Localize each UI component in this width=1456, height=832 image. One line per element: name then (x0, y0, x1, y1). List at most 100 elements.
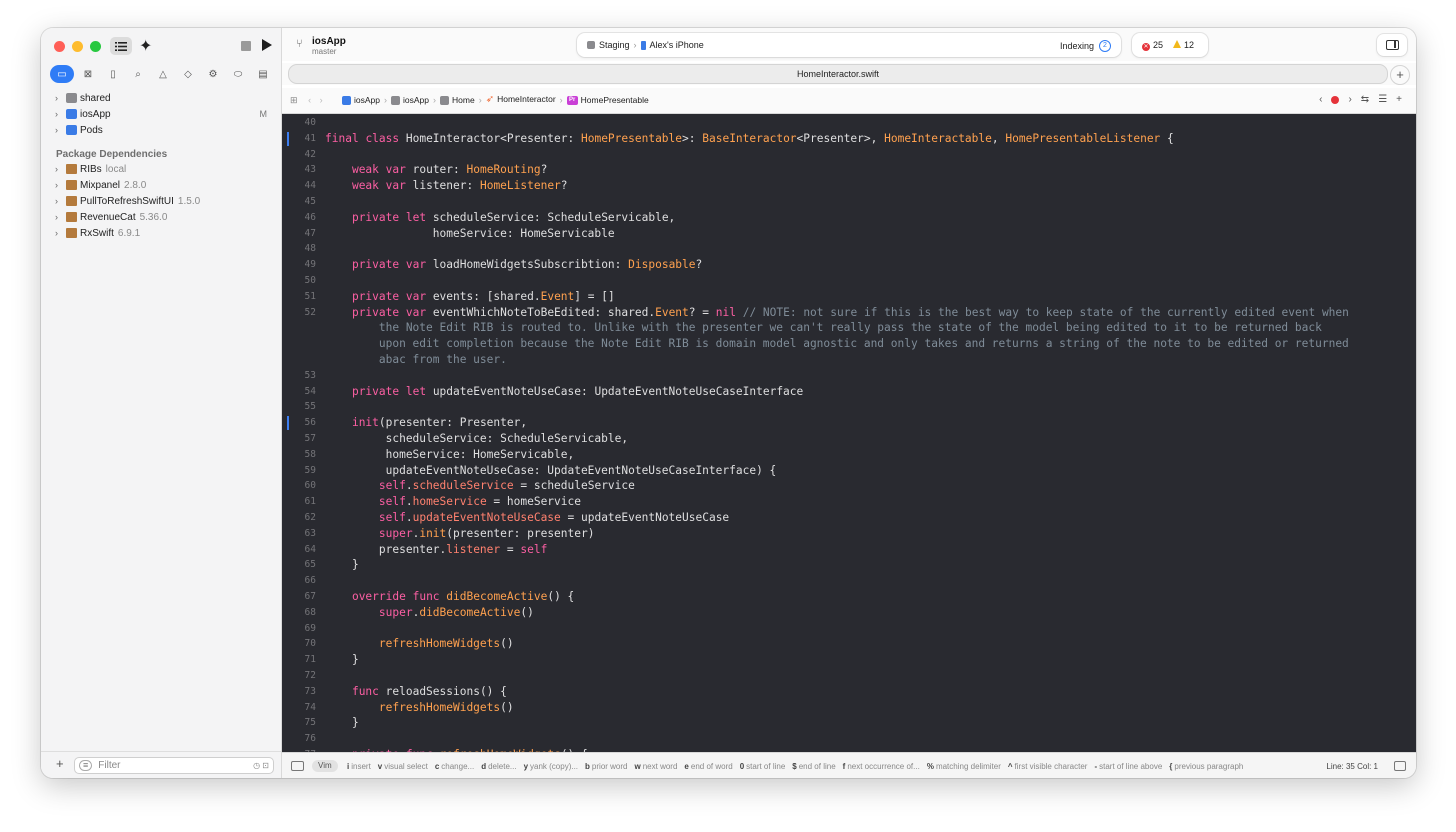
code-editor[interactable]: 40 41 final class HomeInteractor<Presenter… (282, 114, 1416, 752)
forward-icon[interactable]: › (320, 95, 323, 105)
code-line[interactable]: 70 refreshHomeWidgets() (282, 636, 1416, 652)
code-line[interactable]: 49 private var loadHomeWidgetsSubscribti… (282, 257, 1416, 273)
bookmark-icon[interactable]: ▯ (102, 65, 124, 83)
package-item[interactable]: › RIBs local (41, 161, 281, 177)
package-item[interactable]: › RxSwift 6.9.1 (41, 225, 281, 241)
code-text: init(presenter: Presenter, (351, 416, 528, 430)
code-line[interactable]: 67 override func didBecomeActive() { (282, 589, 1416, 605)
test-icon[interactable]: ◇ (177, 65, 199, 83)
vim-hint: c change... (435, 762, 474, 771)
line-number: 51 (304, 290, 316, 302)
tree-item-pods[interactable]: › Pods (41, 122, 281, 138)
next-issue-icon[interactable]: › (1348, 94, 1351, 105)
find-icon[interactable]: ⌕ (127, 65, 149, 83)
previous-issue-icon[interactable]: ‹ (1319, 94, 1322, 105)
issues-indicator[interactable]: ✕ 25 12 (1132, 33, 1208, 57)
status-count-badge[interactable]: 2 (1099, 40, 1111, 52)
package-item[interactable]: › Mixpanel 2.8.0 (41, 177, 281, 193)
code-line[interactable]: 40 (282, 115, 1416, 131)
code-line[interactable]: 42 (282, 147, 1416, 163)
code-line[interactable]: 75 } (282, 715, 1416, 731)
code-line[interactable]: 60 self.scheduleService = scheduleServic… (282, 478, 1416, 494)
code-line[interactable]: 76 (282, 731, 1416, 747)
code-line[interactable]: 65 } (282, 557, 1416, 573)
grid-icon[interactable]: ⊞ (290, 95, 298, 105)
package-item[interactable]: › PullToRefreshSwiftUI 1.5.0 (41, 193, 281, 209)
activity-view[interactable]: Staging › Alex's iPhone Indexing 2 (577, 33, 1121, 57)
chevron-right-icon: › (559, 94, 563, 105)
back-icon[interactable]: ‹ (308, 95, 311, 105)
code-line[interactable]: 44 weak var listener: HomeListener? (282, 178, 1416, 194)
tree-item-shared[interactable]: › shared (41, 90, 281, 106)
breakpoint-icon[interactable]: ⬭ (227, 65, 249, 83)
debug-icon[interactable]: ⚙ (202, 65, 224, 83)
code-line[interactable]: 66 (282, 573, 1416, 589)
code-line[interactable]: 43 weak var router: HomeRouting? (282, 162, 1416, 178)
code-line[interactable]: 41 final class HomeInteractor<Presenter: … (282, 131, 1416, 147)
code-line[interactable]: 50 (282, 273, 1416, 289)
code-line[interactable]: 63 super.init(presenter: presenter) (282, 526, 1416, 542)
tree-item-iosapp[interactable]: › iosApp M (41, 106, 281, 122)
code-line[interactable]: 53 (282, 368, 1416, 384)
breadcrumb-item[interactable]: iosApp (342, 95, 380, 105)
code-line[interactable]: 73 func reloadSessions() { (282, 684, 1416, 700)
coding-assistant-icon[interactable]: ✦ (139, 36, 152, 56)
breadcrumb-item[interactable]: ➶ HomeInteractor (486, 94, 556, 105)
related-items-icon[interactable]: ⇆ (1361, 94, 1369, 105)
code-line[interactable]: 72 (282, 668, 1416, 684)
code-line[interactable]: 74 refreshHomeWidgets() (282, 700, 1416, 716)
code-line[interactable]: 47 homeService: HomeServicable (282, 226, 1416, 242)
code-line[interactable]: 51 private var events: [shared.Event] = … (282, 289, 1416, 305)
code-line[interactable]: 64 presenter.listener = self (282, 542, 1416, 558)
sidebar-toggle-icon[interactable] (110, 37, 132, 55)
code-line[interactable]: 62 self.updateEventNoteUseCase = updateE… (282, 510, 1416, 526)
code-line[interactable]: 56 init(presenter: Presenter, (282, 415, 1416, 431)
run-icon[interactable] (262, 39, 272, 51)
tab-homeinteractor[interactable]: HomeInteractor.swift (288, 64, 1388, 84)
zoom-window-button[interactable] (90, 41, 101, 52)
code-line[interactable]: abac from the user. (282, 352, 1416, 368)
project-title[interactable]: iosApp (312, 36, 346, 47)
code-line[interactable]: 57 scheduleService: ScheduleServicable, (282, 431, 1416, 447)
device-name[interactable]: Alex's iPhone (650, 40, 704, 50)
code-line[interactable]: 69 (282, 621, 1416, 637)
filter-options-icon[interactable]: ◷ ⊡ (253, 761, 269, 770)
code-line[interactable]: 54 private let updateEventNoteUseCase: U… (282, 384, 1416, 400)
code-line[interactable]: 71 } (282, 652, 1416, 668)
scheme-name[interactable]: Staging (599, 40, 630, 50)
filter-input[interactable]: ≡ Filter ◷ ⊡ (74, 757, 274, 774)
filter-icon[interactable]: ≡ (79, 760, 93, 771)
package-item[interactable]: › RevenueCat 5.36.0 (41, 209, 281, 225)
code-line[interactable]: 45 (282, 194, 1416, 210)
project-navigator-icon[interactable]: ▭ (50, 65, 74, 83)
panel-toggle-icon[interactable] (1394, 761, 1406, 771)
new-tab-icon[interactable]: + (1390, 65, 1410, 85)
stop-icon[interactable] (241, 41, 251, 51)
error-icon[interactable] (1331, 95, 1340, 104)
code-line[interactable]: 59 updateEventNoteUseCase: UpdateEventNo… (282, 463, 1416, 479)
code-line[interactable]: 48 (282, 241, 1416, 257)
code-line[interactable]: 46 private let scheduleService: Schedule… (282, 210, 1416, 226)
breadcrumb-item[interactable]: Pr HomePresentable (566, 95, 649, 105)
folder-icon (391, 95, 400, 105)
code-line[interactable]: upon edit completion because the Note Ed… (282, 336, 1416, 352)
code-line[interactable]: 55 (282, 399, 1416, 415)
add-editor-icon[interactable]: + (1396, 94, 1402, 105)
report-icon[interactable]: ▤ (252, 65, 274, 83)
minimize-window-button[interactable] (72, 41, 83, 52)
close-window-button[interactable] (54, 41, 65, 52)
error-count: 25 (1153, 39, 1164, 50)
add-icon[interactable]: + (56, 756, 64, 771)
code-line[interactable]: 61 self.homeService = homeService (282, 494, 1416, 510)
breadcrumb-item[interactable]: iosApp (391, 95, 429, 105)
debug-area-toggle-icon[interactable] (291, 761, 304, 771)
issue-icon[interactable]: △ (152, 65, 174, 83)
code-line[interactable]: the Note Edit RIB is routed to. Unlike w… (282, 320, 1416, 336)
editor-options-icon[interactable]: ☰ (1378, 94, 1387, 105)
breadcrumb-item[interactable]: Home (440, 95, 475, 105)
code-line[interactable]: 68 super.didBecomeActive() (282, 605, 1416, 621)
inspector-toggle-icon[interactable] (1377, 34, 1407, 56)
code-line[interactable]: 52 private var eventWhichNoteToBeEdited:… (282, 305, 1416, 321)
code-line[interactable]: 58 homeService: HomeServicable, (282, 447, 1416, 463)
source-control-icon[interactable]: ⊠ (77, 65, 99, 83)
